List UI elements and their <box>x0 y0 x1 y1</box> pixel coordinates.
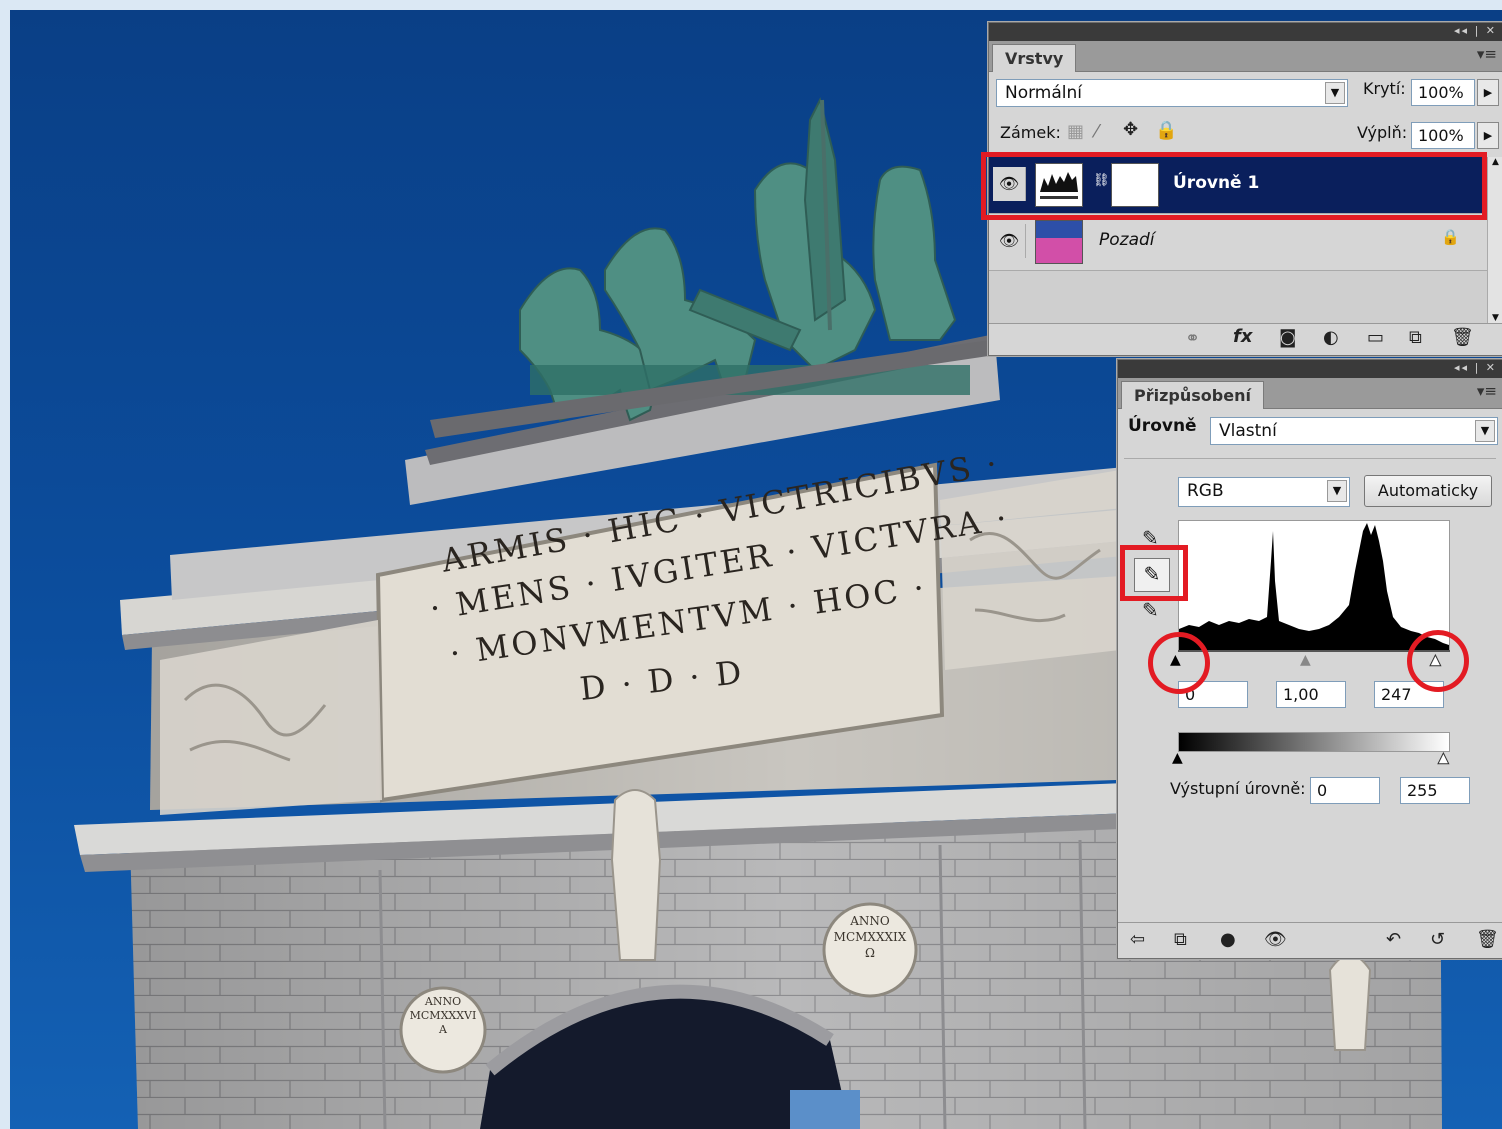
histogram <box>1178 520 1450 652</box>
layers-panel-titlebar[interactable]: ◂◂ | ✕ <box>989 23 1502 41</box>
medallion-right: ANNO MCMXXXIX Ω <box>828 913 912 961</box>
lock-label: Zámek: <box>1000 123 1061 142</box>
collapse-icon[interactable]: ◂◂ | ✕ <box>1454 24 1497 37</box>
medallion-left-line-2: MCMXXXVI <box>409 1009 477 1022</box>
eye-icon[interactable]: 👁 <box>1264 929 1287 950</box>
input-gamma-field[interactable]: 1,00 <box>1276 681 1346 708</box>
histogram-graph <box>1179 523 1449 651</box>
layer-name-background[interactable]: Pozadí <box>1099 230 1155 250</box>
collapse-icon[interactable]: ◂◂ | ✕ <box>1454 361 1497 374</box>
lock-transparency-icon[interactable]: ▦ <box>1067 121 1084 142</box>
medallion-left-line-1: ANNO <box>424 995 462 1008</box>
highlight-selected-layer <box>981 152 1487 220</box>
fill-field[interactable]: 100% <box>1411 122 1475 149</box>
trash-icon[interactable]: 🗑 <box>1451 327 1474 348</box>
back-arrow-icon[interactable]: ⇦ <box>1130 929 1145 950</box>
white-eyedropper-icon[interactable]: ✎ <box>1142 598 1159 622</box>
chevron-down-icon[interactable]: ▼ <box>1475 420 1495 442</box>
medallion-left: ANNO MCMXXXVI A <box>405 995 481 1037</box>
background-thumbnail <box>1035 220 1083 264</box>
layers-tabrow: Vrstvy ▾≡ <box>989 41 1502 72</box>
medallion-right-line-1: ANNO <box>850 914 890 928</box>
medallion-left-line-3: A <box>439 1023 447 1036</box>
adjustment-icon[interactable]: ◐ <box>1323 327 1339 348</box>
output-white-slider[interactable]: ▲ <box>1438 750 1450 767</box>
tab-layers[interactable]: Vrstvy <box>992 44 1077 72</box>
blend-mode-select[interactable]: Normální ▼ <box>996 79 1348 107</box>
lock-brush-icon[interactable]: ⁄ <box>1095 121 1098 142</box>
eye-icon[interactable]: 👁 <box>993 224 1026 258</box>
folder-icon[interactable]: ▭ <box>1367 327 1384 348</box>
medallion-right-line-2: MCMXXXIX <box>833 930 907 944</box>
output-white-field[interactable]: 255 <box>1400 777 1470 804</box>
lock-icon: 🔒 <box>1441 228 1460 246</box>
output-black-slider[interactable]: ▲ <box>1172 750 1183 766</box>
channel-value: RGB <box>1187 481 1224 501</box>
tab-adjustments[interactable]: Přizpůsobení <box>1121 381 1264 409</box>
opacity-field[interactable]: 100% <box>1411 79 1475 106</box>
output-black-field[interactable]: 0 <box>1310 777 1380 804</box>
fx-icon[interactable]: fx <box>1233 326 1252 347</box>
channel-select[interactable]: RGB ▼ <box>1178 477 1350 507</box>
mask-icon[interactable]: ◙ <box>1279 327 1296 348</box>
auto-button[interactable]: Automaticky <box>1364 475 1492 507</box>
reset-icon[interactable]: ↺ <box>1430 929 1445 950</box>
chevron-down-icon[interactable]: ▼ <box>1325 82 1345 104</box>
preset-select[interactable]: Vlastní ▼ <box>1210 417 1498 445</box>
layers-scrollbar[interactable]: ▲ ▼ <box>1487 157 1502 323</box>
layers-footer: ⚭ fx ◙ ◐ ▭ ⧉ 🗑 <box>989 323 1502 356</box>
panel-menu-icon[interactable]: ▾≡ <box>1477 382 1497 400</box>
preset-value: Vlastní <box>1219 421 1277 441</box>
output-levels-label: Výstupní úrovně: <box>1170 779 1306 798</box>
adjustment-type-label: Úrovně <box>1128 416 1197 436</box>
new-layer-icon[interactable]: ⧉ <box>1409 327 1422 348</box>
fill-slider-button[interactable]: ▶ <box>1477 122 1499 149</box>
scroll-down-icon[interactable]: ▼ <box>1488 313 1502 323</box>
highlight-gray-eyedropper <box>1120 545 1188 601</box>
opacity-slider-button[interactable]: ▶ <box>1477 79 1499 106</box>
previous-state-icon[interactable]: ↶ <box>1386 929 1401 950</box>
adjustments-panel-titlebar[interactable]: ◂◂ | ✕ <box>1118 360 1502 378</box>
trash-icon[interactable]: 🗑 <box>1476 929 1499 950</box>
output-gradient <box>1178 732 1450 752</box>
divider <box>1124 458 1496 459</box>
blend-mode-value: Normální <box>1005 83 1083 103</box>
highlight-black-point <box>1148 632 1210 694</box>
scroll-up-icon[interactable]: ▲ <box>1488 157 1502 167</box>
opacity-label: Krytí: <box>1363 79 1406 98</box>
panel-menu-icon[interactable]: ▾≡ <box>1477 45 1497 63</box>
link-icon[interactable]: ⚭ <box>1185 328 1200 349</box>
mask-icon[interactable]: ● <box>1220 929 1236 950</box>
fill-label: Výplň: <box>1357 123 1408 142</box>
gamma-slider[interactable]: ▲ <box>1300 652 1311 668</box>
chevron-down-icon[interactable]: ▼ <box>1327 480 1347 502</box>
adjustments-footer: ⇦ ⧉ ● 👁 ↶ ↺ 🗑 <box>1118 922 1502 959</box>
highlight-white-point <box>1407 630 1469 692</box>
clip-to-layer-icon[interactable]: ⧉ <box>1174 929 1187 950</box>
adjustments-tabrow: Přizpůsobení ▾≡ <box>1118 378 1502 409</box>
layer-row-background[interactable]: 👁 Pozadí 🔒 <box>989 214 1487 271</box>
medallion-right-line-3: Ω <box>865 946 875 960</box>
lock-all-icon[interactable]: 🔒 <box>1155 120 1177 141</box>
lock-move-icon[interactable]: ✥ <box>1123 119 1138 140</box>
